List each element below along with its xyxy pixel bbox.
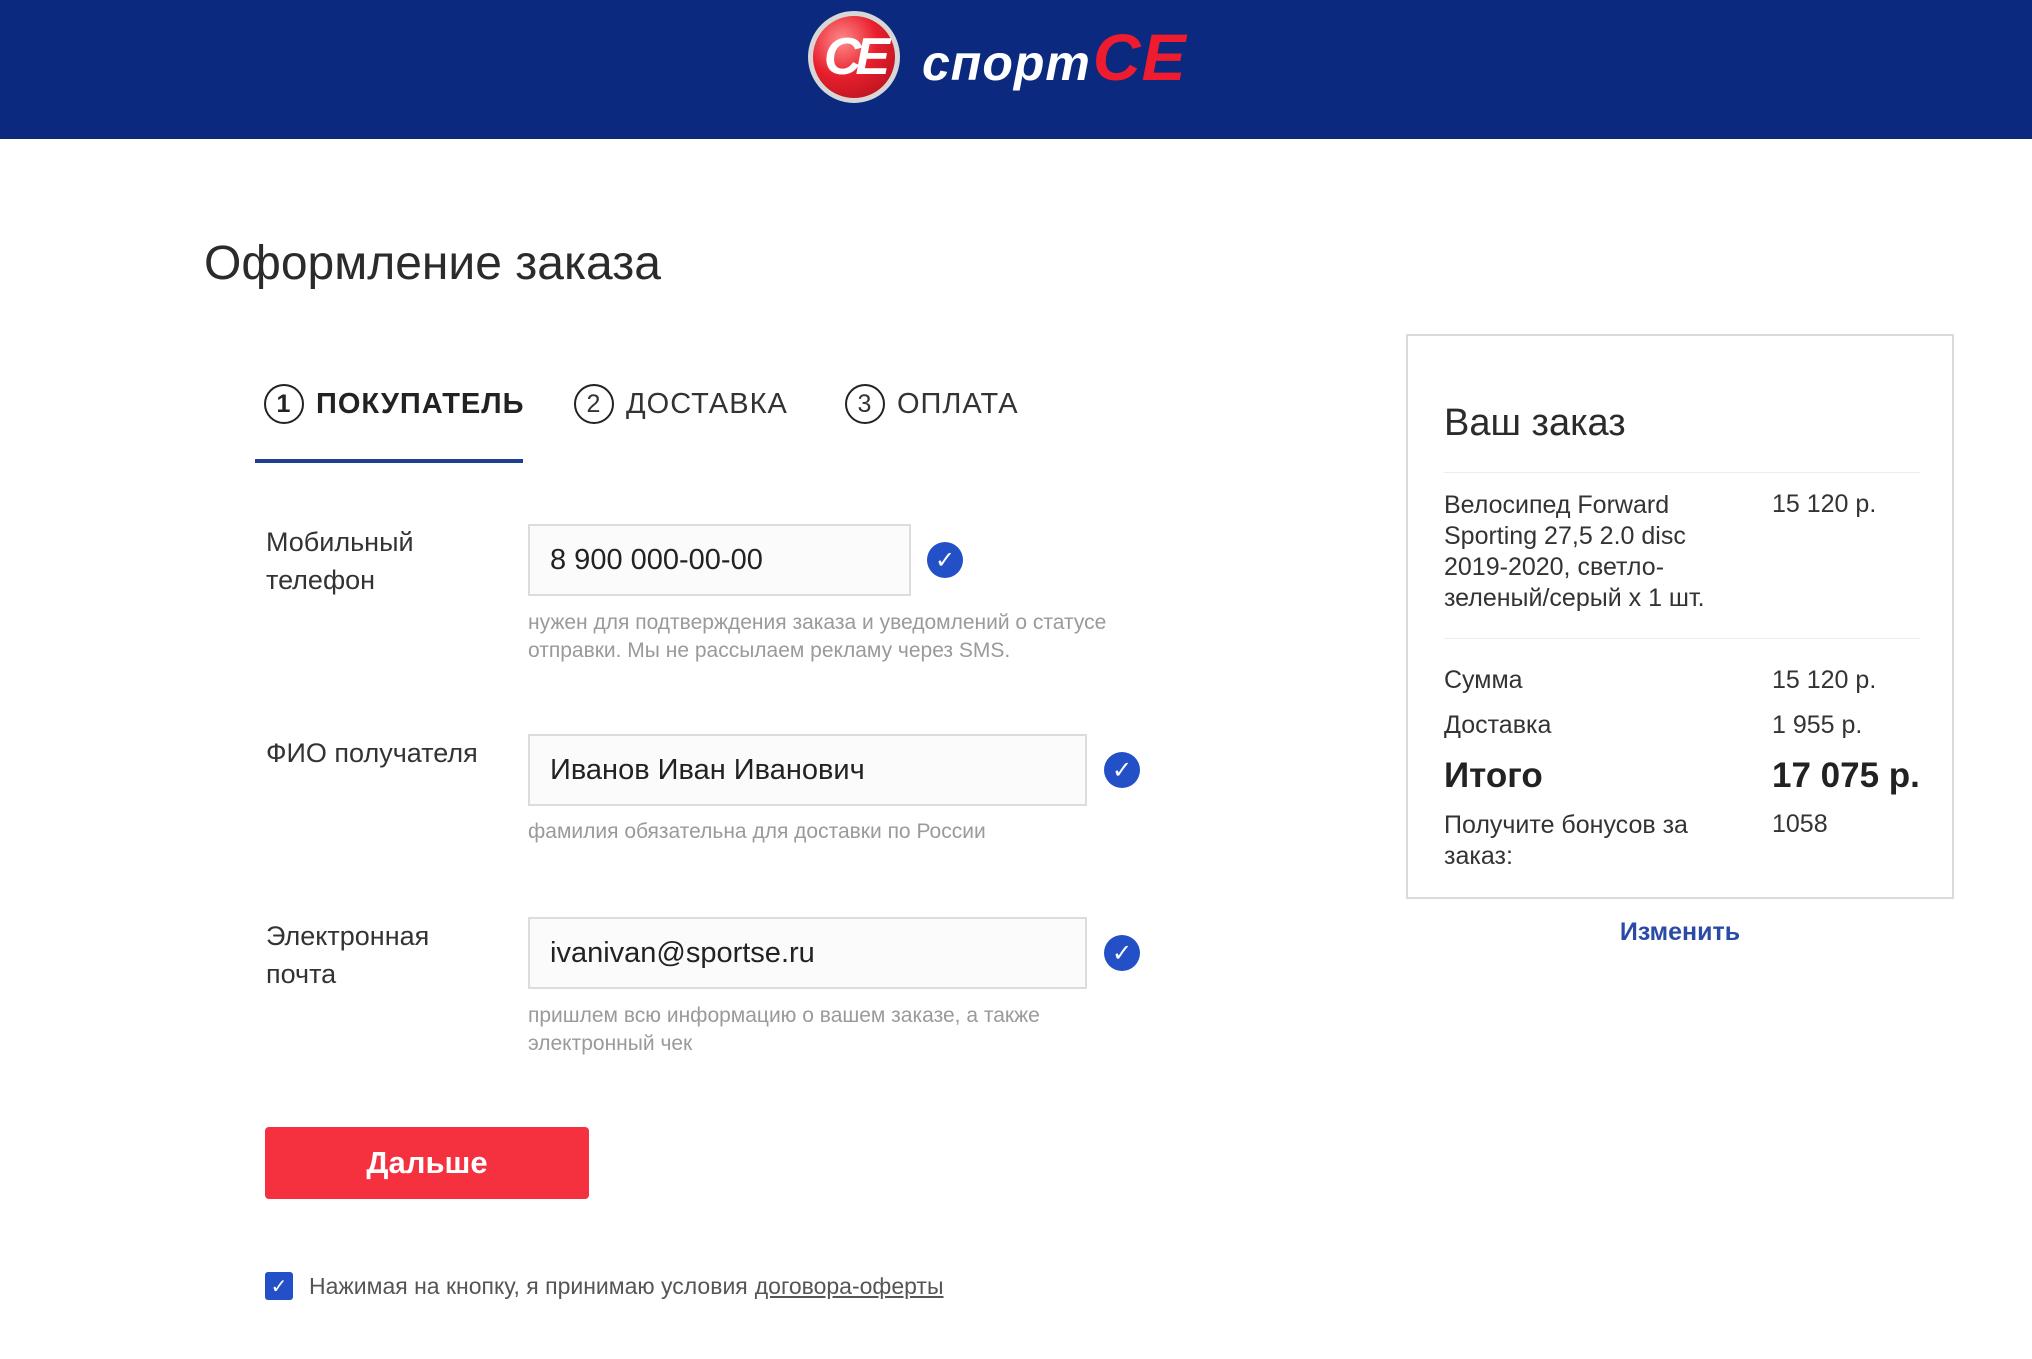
step-number: 2 bbox=[574, 384, 614, 424]
page-title: Оформление заказа bbox=[204, 237, 661, 290]
step-number: 3 bbox=[845, 384, 885, 424]
logo-mark-icon: СЕ bbox=[808, 11, 900, 103]
active-step-indicator bbox=[255, 459, 523, 463]
step-payment[interactable]: 3 ОПЛАТА bbox=[845, 384, 1019, 424]
email-label-line: почта bbox=[266, 959, 337, 989]
offer-contract-link[interactable]: договора-оферты bbox=[755, 1273, 944, 1300]
email-valid-check-icon: ✓ bbox=[1104, 935, 1140, 971]
product-name-line: Велосипед Forward bbox=[1444, 491, 1670, 519]
site-header: СЕ спортСЕ bbox=[0, 0, 2032, 139]
email-input[interactable] bbox=[528, 917, 1087, 989]
name-valid-check-icon: ✓ bbox=[1104, 752, 1140, 788]
step-number: 1 bbox=[264, 384, 304, 424]
sportse-logo[interactable]: СЕ спортСЕ bbox=[808, 11, 1187, 103]
delivery-value: 1 955 р. bbox=[1772, 711, 1863, 739]
product-name-line: зеленый/серый x 1 шт. bbox=[1444, 584, 1705, 612]
step-label: ПОКУПАТЕЛЬ bbox=[316, 387, 525, 420]
order-title: Ваш заказ bbox=[1444, 402, 1626, 444]
phone-label: Мобильный телефон bbox=[266, 523, 414, 599]
phone-hint-line: отправки. Мы не рассылаем рекламу через … bbox=[528, 639, 1011, 662]
bonus-label-line: заказ: bbox=[1444, 842, 1513, 870]
product-name: Велосипед Forward Sporting 27,5 2.0 disc… bbox=[1444, 490, 1744, 614]
sum-value: 15 120 р. bbox=[1772, 666, 1877, 694]
email-hint: пришлем всю информацию о вашем заказе, а… bbox=[528, 1002, 1040, 1058]
phone-input[interactable] bbox=[528, 524, 911, 596]
product-name-line: 2019-2020, светло- bbox=[1444, 553, 1665, 581]
product-name-line: Sporting 27,5 2.0 disc bbox=[1444, 522, 1686, 550]
email-label-line: Электронная bbox=[266, 921, 430, 951]
step-label: ДОСТАВКА bbox=[626, 387, 788, 420]
email-label: Электронная почта bbox=[266, 917, 429, 993]
divider bbox=[1444, 472, 1920, 473]
step-label: ОПЛАТА bbox=[897, 387, 1019, 420]
total-value: 17 075 р. bbox=[1772, 756, 1920, 795]
email-hint-line: пришлем всю информацию о вашем заказе, а… bbox=[528, 1004, 1040, 1027]
bonus-label-line: Получите бонусов за bbox=[1444, 811, 1688, 839]
next-button[interactable]: Дальше bbox=[265, 1127, 589, 1199]
divider bbox=[1444, 638, 1920, 639]
order-summary: Ваш заказ Велосипед Forward Sporting 27,… bbox=[1406, 334, 1954, 899]
logo-accent: СЕ bbox=[1092, 20, 1187, 94]
name-label: ФИО получателя bbox=[266, 738, 478, 768]
phone-label-line: Мобильный bbox=[266, 527, 414, 557]
agree-text: Нажимая на кнопку, я принимаю условия bbox=[309, 1272, 748, 1299]
total-label: Итого bbox=[1444, 756, 1543, 795]
agree-checkbox[interactable]: ✓ bbox=[265, 1272, 293, 1300]
logo-wordmark: спортСЕ bbox=[922, 19, 1187, 95]
sum-label: Сумма bbox=[1444, 666, 1523, 694]
bonus-label: Получите бонусов за заказ: bbox=[1444, 810, 1734, 872]
bonus-value: 1058 bbox=[1772, 810, 1828, 838]
phone-hint-line: нужен для подтверждения заказа и уведомл… bbox=[528, 611, 1107, 634]
logo-text: спорт bbox=[922, 35, 1091, 91]
product-price: 15 120 р. bbox=[1772, 490, 1877, 518]
name-input[interactable] bbox=[528, 734, 1087, 806]
step-buyer[interactable]: 1 ПОКУПАТЕЛЬ bbox=[264, 384, 524, 424]
step-delivery[interactable]: 2 ДОСТАВКА bbox=[574, 384, 788, 424]
delivery-label: Доставка bbox=[1444, 711, 1552, 739]
name-hint: фамилия обязательна для доставки по Росс… bbox=[528, 820, 986, 843]
change-order-link[interactable]: Изменить bbox=[1406, 918, 1954, 947]
phone-hint: нужен для подтверждения заказа и уведомл… bbox=[528, 609, 1106, 665]
phone-label-line: телефон bbox=[266, 565, 376, 595]
phone-valid-check-icon: ✓ bbox=[927, 542, 963, 578]
email-hint-line: электронный чек bbox=[528, 1032, 693, 1055]
agreement: ✓ Нажимая на кнопку, я принимаю условия … bbox=[265, 1272, 944, 1300]
